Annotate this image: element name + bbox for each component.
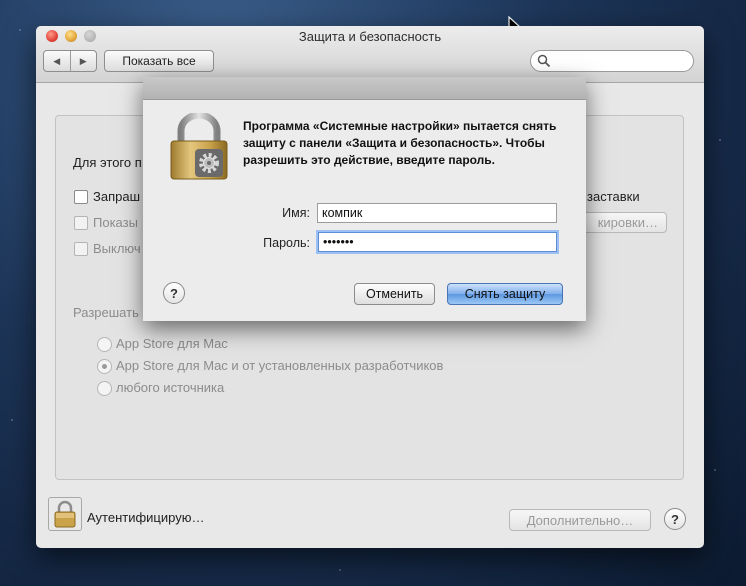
forward-button[interactable]: ▶ — [69, 51, 97, 71]
radio-app-store[interactable] — [97, 337, 112, 352]
password-label: Пароль: — [263, 236, 310, 250]
dialog-header-bar — [143, 77, 586, 100]
search-input[interactable] — [530, 50, 694, 72]
back-button[interactable]: ◀ — [44, 51, 70, 71]
window-title: Защита и безопасность — [298, 29, 442, 44]
back-forward-group: ◀ ▶ — [43, 50, 97, 72]
padlock-icon — [54, 500, 76, 528]
auth-status-label: Аутентифицирую… — [87, 510, 205, 525]
search-icon — [537, 54, 551, 68]
show-all-button[interactable]: Показать все — [104, 50, 214, 72]
unlock-button[interactable] — [48, 497, 82, 531]
unlock-confirm-button[interactable]: Снять защиту — [447, 283, 563, 305]
name-field[interactable]: компик — [317, 203, 557, 223]
radio-anywhere[interactable] — [97, 381, 112, 396]
screensaver-label: заставки — [587, 189, 640, 204]
radio-app-store-label: App Store для Mac — [116, 336, 228, 351]
help-button[interactable]: ? — [664, 508, 686, 530]
radio-anywhere-label: любого источника — [116, 380, 225, 395]
disable-login-label: Выключ — [93, 241, 141, 256]
name-label: Имя: — [282, 206, 310, 220]
show-message-checkbox[interactable] — [74, 216, 88, 230]
radio-app-store-developers-label: App Store для Mac и от установленных раз… — [116, 358, 444, 373]
require-password-checkbox[interactable] — [74, 190, 88, 204]
require-password-label: Запраш — [93, 189, 141, 204]
lock-message-button[interactable]: кировки… — [576, 212, 667, 233]
cancel-button[interactable]: Отменить — [354, 283, 435, 305]
authentication-dialog: Программа «Системные настройки» пытается… — [143, 77, 586, 321]
radio-app-store-developers[interactable] — [97, 359, 112, 374]
panel-heading: Для этого п — [73, 155, 142, 170]
password-field[interactable]: ••••••• — [318, 232, 557, 252]
disable-login-checkbox[interactable] — [74, 242, 88, 256]
allow-apps-heading: Разрешать — [73, 305, 139, 320]
titlebar: Защита и безопасность ◀ ▶ Показать все — [36, 26, 704, 83]
dialog-help-button[interactable]: ? — [163, 282, 185, 304]
show-message-label: Показы — [93, 215, 138, 230]
advanced-button[interactable]: Дополнительно… — [509, 509, 651, 531]
dialog-message: Программа «Системные настройки» пытается… — [243, 119, 557, 167]
gear-icon — [195, 149, 223, 177]
